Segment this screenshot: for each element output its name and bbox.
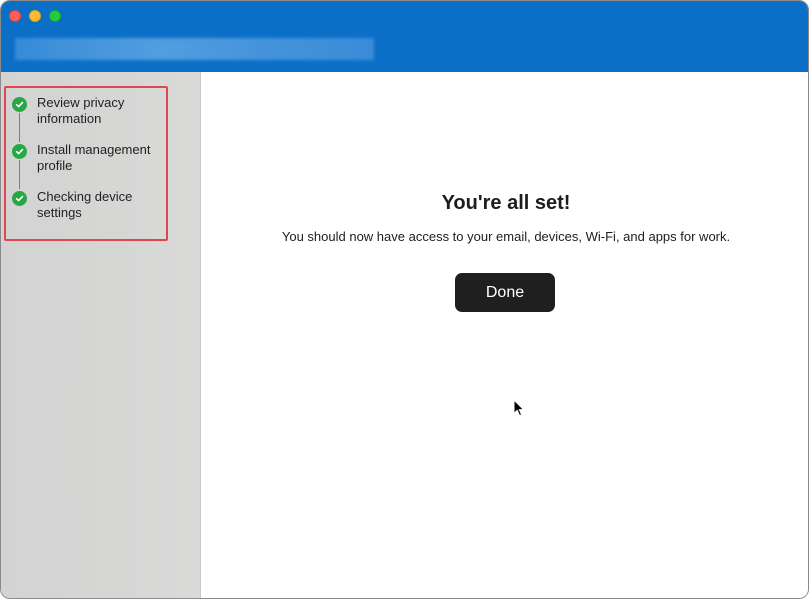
enrollment-window: Review privacy information Install manag… — [0, 0, 809, 599]
step-connector — [19, 160, 20, 189]
checkmark-icon — [12, 191, 27, 206]
step-label: Install management profile — [37, 142, 151, 173]
completion-message: You should now have access to your email… — [281, 229, 731, 244]
redacted-window-title — [15, 38, 374, 60]
title-bar — [1, 1, 808, 72]
mouse-pointer-icon — [513, 399, 525, 417]
step-label: Checking device settings — [37, 189, 133, 220]
main-content: You're all set! You should now have acce… — [202, 72, 808, 598]
checkmark-icon — [12, 144, 27, 159]
page-title: You're all set! — [441, 192, 571, 214]
done-button[interactable]: Done — [455, 273, 555, 312]
sidebar: Review privacy information Install manag… — [1, 72, 201, 598]
close-window-button[interactable] — [9, 10, 21, 22]
minimize-window-button[interactable] — [29, 10, 41, 22]
step-connector — [19, 113, 20, 142]
checkmark-icon — [12, 97, 27, 112]
step-label: Review privacy information — [37, 95, 125, 126]
zoom-window-button[interactable] — [49, 10, 61, 22]
